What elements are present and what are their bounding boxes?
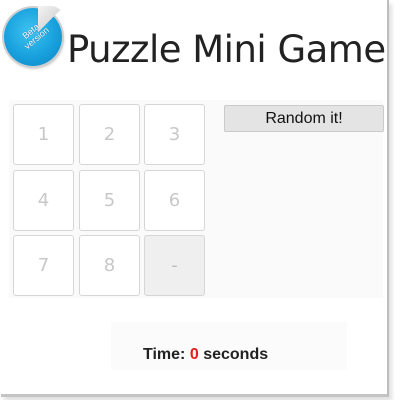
beta-badge: Beta version (4, 6, 64, 66)
timer-display: Time: 0 seconds (143, 346, 268, 364)
tile-8[interactable]: 8 (79, 235, 140, 296)
tile-7[interactable]: 7 (13, 235, 74, 296)
random-button[interactable]: Random it! (224, 105, 384, 132)
empty-tile[interactable]: - (144, 235, 205, 296)
tile-3[interactable]: 3 (144, 104, 205, 165)
tile-6[interactable]: 6 (144, 170, 205, 231)
timer-unit: seconds (203, 346, 269, 363)
tile-5[interactable]: 5 (79, 170, 140, 231)
page-title: Puzzle Mini Game (67, 28, 386, 71)
timer-label: Time: (143, 346, 186, 363)
tile-4[interactable]: 4 (13, 170, 74, 231)
tile-2[interactable]: 2 (79, 104, 140, 165)
game-window: Beta version Puzzle Mini Game 1 2 3 4 5 … (1, 0, 389, 397)
tile-1[interactable]: 1 (13, 104, 74, 165)
timer-value: 0 (189, 346, 199, 363)
beta-badge-label: Beta version (20, 21, 51, 52)
puzzle-board: 1 2 3 4 5 6 7 8 - (13, 104, 207, 298)
